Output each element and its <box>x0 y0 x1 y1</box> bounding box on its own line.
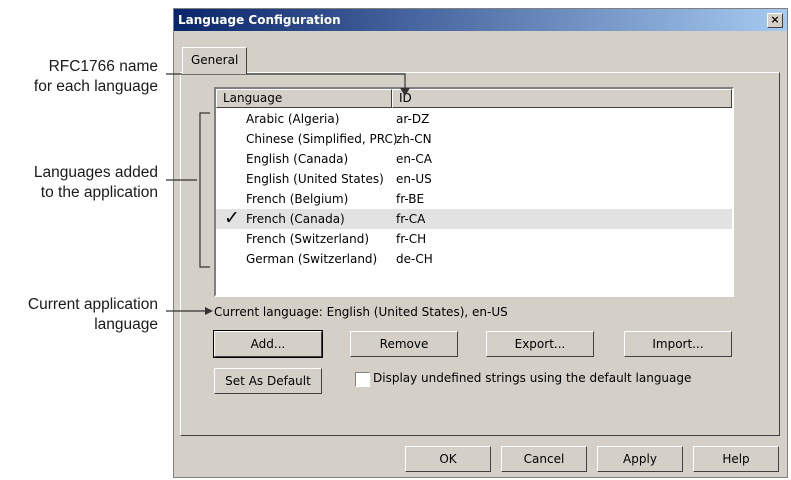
tab-general[interactable]: General <box>182 47 248 74</box>
rfc-leader-line <box>166 73 406 90</box>
current-arrowhead <box>205 307 213 315</box>
callout-lines <box>166 73 410 315</box>
languages-bracket <box>199 112 210 268</box>
rfc-arrowhead <box>400 88 410 96</box>
